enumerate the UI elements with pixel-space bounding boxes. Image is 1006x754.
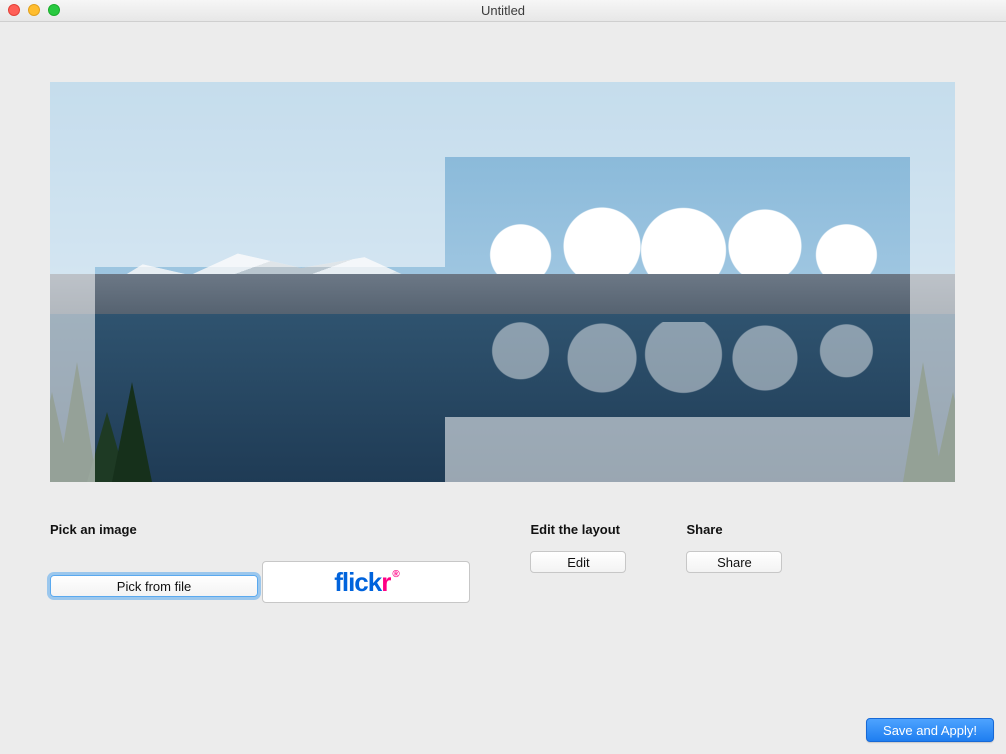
flickr-logo-registered: ® [392,569,398,580]
pick-image-heading: Pick an image [50,522,470,537]
share-button[interactable]: Share [686,551,782,573]
flickr-logo-blue: flick [334,567,381,598]
close-window-button[interactable] [8,4,20,16]
window-title: Untitled [481,3,525,18]
share-heading: Share [686,522,782,537]
flickr-logo-pink: r [381,567,390,598]
edit-layout-button[interactable]: Edit [530,551,626,573]
screen-region-2-image [445,157,910,417]
screen-region-1[interactable] [95,267,445,482]
zoom-window-button[interactable] [48,4,60,16]
window-body: Pick an image Pick from file flickr® Edi… [0,22,1006,754]
edit-layout-group: Edit the layout Edit [530,522,626,603]
screen-region-2[interactable] [445,157,910,417]
pick-from-flickr-button[interactable]: flickr® [262,561,470,603]
flickr-logo: flickr® [334,567,399,598]
title-bar: Untitled [0,0,1006,22]
minimize-window-button[interactable] [28,4,40,16]
controls-row: Pick an image Pick from file flickr® Edi… [50,522,955,603]
window-controls [8,4,60,16]
share-group: Share Share [686,522,782,603]
edit-layout-heading: Edit the layout [530,522,626,537]
pick-from-file-button[interactable]: Pick from file [50,575,258,597]
screen-region-1-image [95,267,445,482]
layout-preview[interactable] [50,82,955,482]
save-and-apply-button[interactable]: Save and Apply! [866,718,994,742]
pick-image-group: Pick an image Pick from file flickr® [50,522,470,603]
